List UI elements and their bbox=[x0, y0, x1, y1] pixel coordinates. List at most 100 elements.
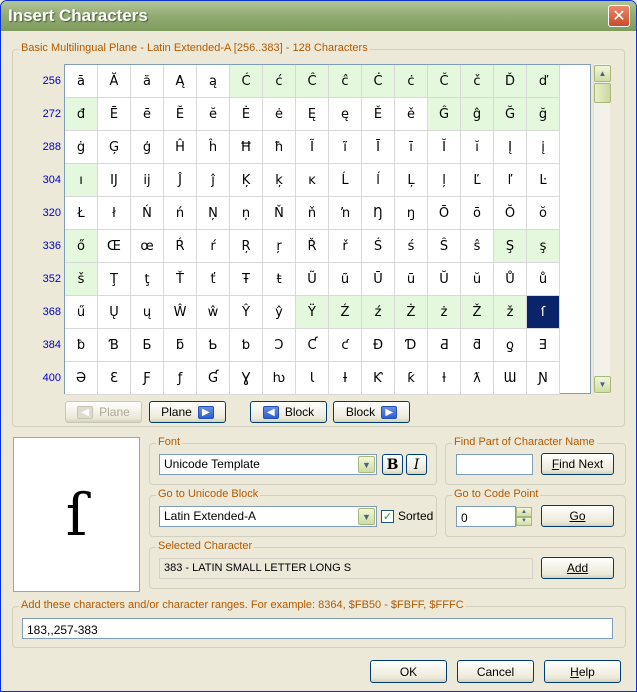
character-cell[interactable]: ě bbox=[395, 98, 428, 131]
next-block-button[interactable]: Block ▶ bbox=[333, 401, 410, 423]
character-cell[interactable]: Ĕ bbox=[164, 98, 197, 131]
character-cell[interactable]: Ņ bbox=[197, 197, 230, 230]
help-button[interactable]: Help bbox=[544, 660, 621, 683]
character-cell[interactable]: Ę bbox=[296, 98, 329, 131]
go-button[interactable]: Go bbox=[541, 505, 614, 527]
character-cell[interactable]: Ŗ bbox=[230, 230, 263, 263]
prev-block-button[interactable]: ◀ Block bbox=[250, 401, 327, 423]
character-cell[interactable]: Ɗ bbox=[395, 329, 428, 362]
character-cell[interactable]: Ģ bbox=[98, 131, 131, 164]
character-cell[interactable]: ą bbox=[197, 65, 230, 98]
character-cell[interactable]: ź bbox=[362, 296, 395, 329]
character-cell[interactable]: ę bbox=[329, 98, 362, 131]
character-cell[interactable]: Ŕ bbox=[164, 230, 197, 263]
character-cell[interactable]: Ə bbox=[65, 362, 98, 395]
character-cell[interactable]: Ŋ bbox=[362, 197, 395, 230]
character-cell[interactable]: Ĝ bbox=[428, 98, 461, 131]
character-cell[interactable]: Ů bbox=[494, 263, 527, 296]
character-cell[interactable]: Ɩ bbox=[296, 362, 329, 395]
character-cell[interactable]: Ɣ bbox=[230, 362, 263, 395]
character-cell[interactable]: ĺ bbox=[362, 164, 395, 197]
character-cell[interactable]: Ľ bbox=[461, 164, 494, 197]
character-cell[interactable]: ń bbox=[164, 197, 197, 230]
character-cell[interactable]: ŉ bbox=[329, 197, 362, 230]
character-cell[interactable]: Ƅ bbox=[197, 329, 230, 362]
character-cell[interactable]: Ĺ bbox=[329, 164, 362, 197]
character-cell[interactable]: Ī bbox=[362, 131, 395, 164]
close-button[interactable]: ✕ bbox=[608, 5, 630, 27]
character-cell[interactable]: Ɲ bbox=[527, 362, 560, 395]
character-cell[interactable]: ƒ bbox=[164, 362, 197, 395]
character-cell[interactable]: ň bbox=[296, 197, 329, 230]
code-point-spinner[interactable]: ▲ ▼ bbox=[516, 507, 532, 526]
character-cell[interactable]: ĭ bbox=[461, 131, 494, 164]
character-cell[interactable]: Ň bbox=[263, 197, 296, 230]
character-cell[interactable]: Ż bbox=[395, 296, 428, 329]
character-cell[interactable]: Ŵ bbox=[164, 296, 197, 329]
character-cell[interactable]: ł bbox=[98, 197, 131, 230]
character-cell[interactable]: Ķ bbox=[230, 164, 263, 197]
character-cell[interactable]: Ř bbox=[296, 230, 329, 263]
chevron-down-icon[interactable]: ▼ bbox=[358, 456, 375, 473]
character-cell[interactable]: Ƒ bbox=[131, 362, 164, 395]
character-cell[interactable]: Ť bbox=[164, 263, 197, 296]
character-cell[interactable]: Ħ bbox=[230, 131, 263, 164]
next-plane-button[interactable]: Plane ▶ bbox=[149, 401, 226, 423]
character-cell[interactable]: Ų bbox=[98, 296, 131, 329]
character-cell[interactable]: Ź bbox=[329, 296, 362, 329]
character-cell[interactable]: œ bbox=[131, 230, 164, 263]
font-select[interactable]: Unicode Template ▼ bbox=[159, 454, 377, 475]
character-cell[interactable]: č bbox=[461, 65, 494, 98]
character-cell[interactable]: ƕ bbox=[263, 362, 296, 395]
character-cell[interactable]: š bbox=[65, 263, 98, 296]
character-cell[interactable]: ũ bbox=[329, 263, 362, 296]
character-cell[interactable]: ƙ bbox=[395, 362, 428, 395]
character-cell[interactable]: Ũ bbox=[296, 263, 329, 296]
character-cell[interactable]: ƛ bbox=[461, 362, 494, 395]
character-cell[interactable]: Ō bbox=[428, 197, 461, 230]
bold-button[interactable]: B bbox=[382, 454, 403, 475]
prev-plane-button[interactable]: ◀ Plane bbox=[65, 401, 142, 423]
character-cell[interactable]: ī bbox=[395, 131, 428, 164]
character-cell[interactable]: Ą bbox=[164, 65, 197, 98]
character-cell[interactable]: ş bbox=[527, 230, 560, 263]
character-cell[interactable]: Ŭ bbox=[428, 263, 461, 296]
character-cell[interactable]: ĳ bbox=[131, 164, 164, 197]
character-cell[interactable]: Ǝ bbox=[527, 329, 560, 362]
italic-button[interactable]: I bbox=[406, 454, 427, 475]
character-cell[interactable]: Ş bbox=[494, 230, 527, 263]
character-cell[interactable]: ť bbox=[197, 263, 230, 296]
character-cell[interactable]: ƃ bbox=[164, 329, 197, 362]
character-cell[interactable]: Ď bbox=[494, 65, 527, 98]
character-cell[interactable]: ć bbox=[263, 65, 296, 98]
character-cell[interactable]: ű bbox=[65, 296, 98, 329]
character-cell[interactable]: ē bbox=[131, 98, 164, 131]
character-cell[interactable]: Ŀ bbox=[527, 164, 560, 197]
character-cell[interactable]: Ļ bbox=[395, 164, 428, 197]
character-cell[interactable]: Į bbox=[494, 131, 527, 164]
character-cell[interactable]: ķ bbox=[263, 164, 296, 197]
character-cell[interactable]: đ bbox=[65, 98, 98, 131]
character-cell[interactable]: ľ bbox=[494, 164, 527, 197]
character-cell[interactable]: ŷ bbox=[263, 296, 296, 329]
character-cell[interactable]: ō bbox=[461, 197, 494, 230]
character-cell[interactable]: ė bbox=[263, 98, 296, 131]
character-cell[interactable]: Ŏ bbox=[494, 197, 527, 230]
character-cell[interactable]: Ž bbox=[461, 296, 494, 329]
character-cell[interactable]: ŵ bbox=[197, 296, 230, 329]
character-cell[interactable]: ŧ bbox=[263, 263, 296, 296]
character-cell[interactable]: ŝ bbox=[461, 230, 494, 263]
character-cell[interactable]: ƈ bbox=[329, 329, 362, 362]
character-cell[interactable]: Ƃ bbox=[131, 329, 164, 362]
character-cell[interactable]: ś bbox=[395, 230, 428, 263]
character-cell[interactable]: ġ bbox=[65, 131, 98, 164]
spin-down-icon[interactable]: ▼ bbox=[516, 516, 532, 526]
character-cell[interactable]: Ē bbox=[98, 98, 131, 131]
character-cell[interactable]: Ċ bbox=[362, 65, 395, 98]
find-name-input[interactable] bbox=[456, 454, 533, 475]
character-cell[interactable]: į bbox=[527, 131, 560, 164]
cancel-button[interactable]: Cancel bbox=[457, 660, 534, 683]
character-cell[interactable]: ħ bbox=[263, 131, 296, 164]
character-cell[interactable]: ů bbox=[527, 263, 560, 296]
character-cell[interactable]: ƅ bbox=[230, 329, 263, 362]
